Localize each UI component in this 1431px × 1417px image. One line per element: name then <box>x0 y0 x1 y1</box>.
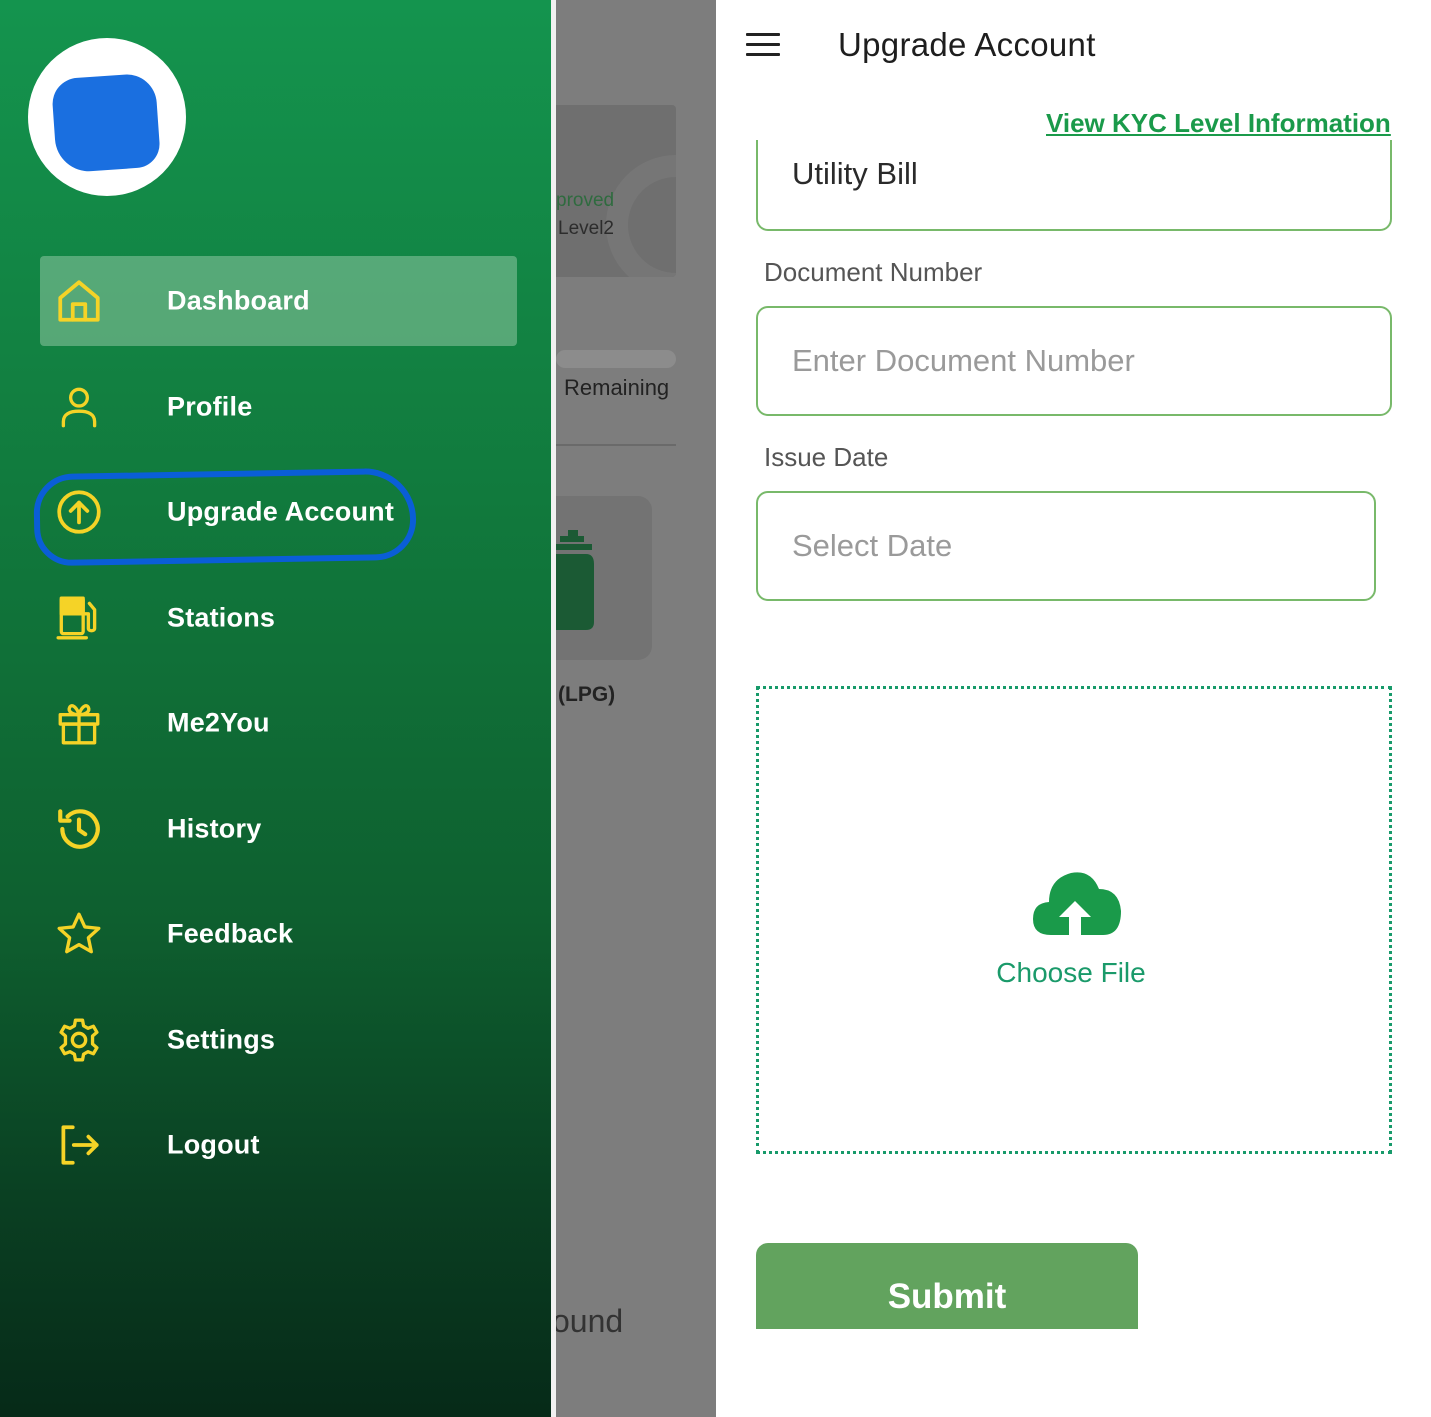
background-card-decoration <box>606 155 676 277</box>
sidebar-item-upgrade-account[interactable]: Upgrade Account <box>40 467 517 557</box>
file-upload-dropzone[interactable]: Choose File <box>756 686 1392 1154</box>
issue-date-label: Issue Date <box>764 442 889 472</box>
user-icon <box>54 382 104 432</box>
background-bottom-text: ound <box>556 1303 624 1339</box>
avatar[interactable] <box>28 38 186 196</box>
sidebar-item-logout[interactable]: Logout <box>40 1100 517 1190</box>
arrow-up-circle-icon <box>54 487 104 537</box>
star-icon <box>54 909 104 959</box>
sidebar-item-label: Me2You <box>167 707 270 738</box>
background-level-text: Level2 <box>558 218 614 239</box>
home-icon <box>54 276 104 326</box>
background-divider <box>556 444 676 446</box>
sidebar-item-label: Feedback <box>167 918 294 949</box>
history-icon <box>54 804 104 854</box>
sidebar-item-label: Profile <box>167 391 253 422</box>
sidebar-item-label: History <box>167 813 262 844</box>
sidebar-item-feedback[interactable]: Feedback <box>40 889 517 979</box>
document-type-select[interactable]: Utility Bill <box>756 140 1392 231</box>
issue-date-field <box>756 491 1376 601</box>
sidebar-item-dashboard[interactable]: Dashboard <box>40 256 517 346</box>
navigation-drawer: Dashboard Profile Upgrade Account Statio… <box>0 0 552 1417</box>
fuel-pump-icon <box>54 593 104 643</box>
logout-icon <box>54 1120 104 1170</box>
sidebar-item-label: Dashboard <box>167 285 310 316</box>
drawer-scrim[interactable]: proved Level2 Remaining (LPG) ound <box>556 0 716 1417</box>
issue-date-input[interactable] <box>792 493 1368 599</box>
submit-button[interactable]: Submit <box>756 1243 1138 1329</box>
document-number-input[interactable] <box>792 308 1384 414</box>
sidebar-item-label: Stations <box>167 602 276 633</box>
document-number-label: Document Number <box>764 257 983 287</box>
submit-button-label: Submit <box>887 1277 1007 1316</box>
cloud-upload-icon <box>1033 872 1121 935</box>
avatar-redaction <box>50 72 162 174</box>
sidebar-item-label: Settings <box>167 1024 276 1055</box>
sidebar-item-me2you[interactable]: Me2You <box>40 678 517 768</box>
background-progress-bar <box>556 350 676 368</box>
sidebar-item-history[interactable]: History <box>40 784 517 874</box>
gear-icon <box>54 1015 104 1065</box>
page-title: Upgrade Account <box>838 26 1096 63</box>
view-kyc-level-link[interactable]: View KYC Level Information <box>1046 108 1391 139</box>
sidebar-item-settings[interactable]: Settings <box>40 995 517 1085</box>
document-number-field <box>756 306 1392 416</box>
document-type-value: Utility Bill <box>792 156 918 191</box>
background-status-text: proved <box>556 190 615 211</box>
sidebar-item-label: Upgrade Account <box>167 496 395 527</box>
choose-file-label: Choose File <box>996 957 1146 988</box>
background-remaining-text: Remaining <box>564 375 670 400</box>
sidebar-item-profile[interactable]: Profile <box>40 362 517 452</box>
gas-cylinder-icon <box>556 530 594 630</box>
background-product-text: (LPG) <box>558 683 616 706</box>
sidebar-item-label: Logout <box>167 1129 260 1160</box>
gift-icon <box>54 698 104 748</box>
menu-icon[interactable] <box>746 33 780 57</box>
sidebar-item-stations[interactable]: Stations <box>40 573 517 663</box>
